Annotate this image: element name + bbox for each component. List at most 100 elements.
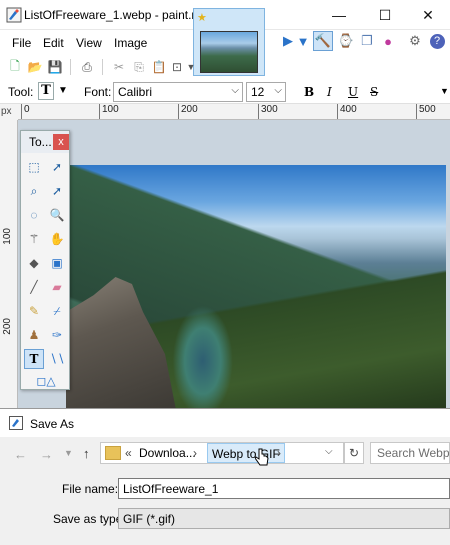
canvas-workspace[interactable] bbox=[18, 120, 450, 410]
print-icon[interactable]: ⎙ bbox=[78, 58, 96, 76]
toolbar-dropdown-icon[interactable]: ▼ bbox=[182, 58, 200, 76]
layers-icon[interactable]: ❐ bbox=[357, 31, 377, 51]
ruler-tick-label: 400 bbox=[337, 104, 357, 119]
dialog-titlebar: Save As bbox=[0, 409, 450, 437]
folder-icon bbox=[105, 446, 121, 460]
ruler-tick-label: 100 bbox=[99, 104, 119, 119]
tools-window-close-button[interactable]: x bbox=[53, 134, 69, 150]
history-icon[interactable]: ⌚ bbox=[336, 31, 356, 51]
paint-bucket-icon[interactable]: ◆ bbox=[24, 253, 44, 273]
save-icon[interactable]: 💾 bbox=[46, 58, 64, 76]
minimize-button[interactable]: — bbox=[316, 0, 362, 30]
toolbar-separator bbox=[70, 59, 71, 75]
rectangle-select-icon[interactable]: ⬚ bbox=[24, 157, 44, 177]
toolbar: 🗋 📂 💾 ⎙ ✂ ⎘ 📋 ⊡ ▼ bbox=[0, 56, 450, 78]
file-name-label: File name: bbox=[62, 482, 119, 496]
close-button[interactable]: ✕ bbox=[405, 0, 450, 30]
ellipse-select-icon[interactable]: ◌ bbox=[24, 205, 44, 225]
up-arrow-icon[interactable]: ↑ bbox=[83, 446, 90, 461]
recolor-icon[interactable]: ✑ bbox=[47, 325, 67, 345]
menu-view[interactable]: View bbox=[76, 36, 102, 50]
file-name-field[interactable]: ListOfFreeware_1 bbox=[118, 478, 450, 499]
menu-image[interactable]: Image bbox=[114, 36, 147, 50]
gradient-icon[interactable]: ▣ bbox=[47, 253, 67, 273]
underline-button[interactable]: U bbox=[348, 85, 358, 99]
chevron-down-icon: ⌵ bbox=[231, 85, 239, 96]
horizontal-ruler: 0 100 200 300 400 500 bbox=[18, 104, 450, 120]
eraser-icon[interactable]: ▰ bbox=[47, 277, 67, 297]
vertical-ruler: 100 200 bbox=[0, 120, 18, 410]
overflow-dropdown-icon[interactable]: ▼ bbox=[440, 86, 449, 96]
breadcrumb-chevron-icon[interactable]: › bbox=[277, 446, 281, 460]
breadcrumb-overflow[interactable]: « bbox=[125, 446, 132, 460]
toolbar-separator bbox=[102, 59, 103, 75]
dialog-title: Save As bbox=[30, 417, 75, 431]
settings-icon[interactable]: ⚙ bbox=[405, 31, 425, 51]
paintbrush-icon[interactable]: ╱ bbox=[24, 277, 44, 297]
menu-edit[interactable]: Edit bbox=[43, 36, 64, 50]
open-icon[interactable]: 📂 bbox=[26, 58, 44, 76]
tools-window-title: To... bbox=[29, 135, 52, 149]
text-tool-icon[interactable]: T bbox=[38, 82, 54, 100]
forward-arrow-icon[interactable]: → bbox=[40, 447, 53, 462]
zoom-icon[interactable]: 🔍 bbox=[47, 205, 67, 225]
save-type-label: Save as type: bbox=[53, 512, 126, 526]
dialog-body: File name: ListOfFreeware_1 Save as type… bbox=[0, 471, 450, 545]
breadcrumb-current-folder[interactable]: Webp to GIF bbox=[207, 443, 285, 463]
ruler-tick-label: 500 bbox=[416, 104, 436, 119]
tools-window-icon[interactable]: 🔨 bbox=[313, 31, 333, 51]
help-icon[interactable]: ? bbox=[427, 31, 447, 51]
ruler-unit: px bbox=[0, 104, 18, 120]
unsaved-star-icon: ★ bbox=[197, 12, 207, 24]
pencil-icon[interactable]: ✎ bbox=[24, 301, 44, 321]
arrow-down-icon[interactable]: ▼ bbox=[293, 31, 313, 51]
move-selected-pixels-icon[interactable]: ➚ bbox=[47, 157, 67, 177]
recent-locations-icon[interactable]: ▼ bbox=[64, 448, 73, 458]
refresh-button[interactable]: ↻ bbox=[344, 442, 364, 464]
menu-file[interactable]: File bbox=[12, 36, 31, 50]
tool-options-bar: Tool: T ▼ Font: Calibri ⌵ 12 ⌵ B I U S ▼ bbox=[0, 80, 450, 104]
search-input[interactable]: Search Webp t bbox=[370, 442, 450, 464]
font-size-value: 12 bbox=[251, 85, 265, 99]
tools-window: To... x ⬚ ➚ ⌕ ➚ ◌ 🔍 ⚚ ✋ ◆ ▣ ╱ ▰ ✎ ⌿ ♟ ✑ … bbox=[20, 130, 70, 390]
colors-icon[interactable]: ● bbox=[378, 31, 398, 51]
breadcrumb-downloads[interactable]: Downloa... bbox=[139, 446, 196, 460]
text-icon[interactable]: T bbox=[24, 349, 44, 369]
address-bar[interactable]: « Downloa... › Webp to GIF › ⌵ bbox=[100, 442, 344, 464]
chevron-down-icon: ⌵ bbox=[274, 85, 282, 96]
paintdotnet-app-icon bbox=[6, 7, 22, 23]
breadcrumb-chevron-icon[interactable]: › bbox=[193, 446, 197, 460]
back-arrow-icon[interactable]: ← bbox=[14, 447, 27, 462]
lasso-select-icon[interactable]: ⌕ bbox=[24, 181, 44, 201]
tool-label: Tool: bbox=[8, 85, 34, 99]
ruler-tick-label: 200 bbox=[2, 318, 13, 335]
ruler-tick-label: 100 bbox=[2, 228, 13, 245]
copy-icon[interactable]: ⎘ bbox=[130, 58, 148, 76]
bold-button[interactable]: B bbox=[304, 85, 314, 99]
strikethrough-button[interactable]: S bbox=[370, 85, 378, 99]
new-icon[interactable]: 🗋 bbox=[6, 58, 24, 76]
font-size-combo[interactable]: 12 ⌵ bbox=[246, 82, 286, 102]
pan-hand-icon[interactable]: ✋ bbox=[47, 229, 67, 249]
clone-stamp-icon[interactable]: ♟ bbox=[24, 325, 44, 345]
color-picker-icon[interactable]: ⌿ bbox=[47, 301, 67, 321]
maximize-button[interactable]: ☐ bbox=[362, 0, 408, 30]
shapes-icon[interactable]: ◻△ bbox=[24, 371, 68, 391]
italic-button[interactable]: I bbox=[327, 85, 332, 99]
ruler-tick-label: 0 bbox=[21, 104, 30, 119]
tools-window-titlebar[interactable]: To... x bbox=[21, 131, 69, 153]
line-curve-icon[interactable]: ∖∖ bbox=[47, 349, 67, 369]
save-as-app-icon bbox=[9, 416, 23, 430]
magic-wand-icon[interactable]: ⚚ bbox=[24, 229, 44, 249]
ruler-tick-label: 200 bbox=[178, 104, 198, 119]
address-dropdown-icon[interactable]: ⌵ bbox=[325, 446, 333, 457]
paste-icon[interactable]: 📋 bbox=[150, 58, 168, 76]
font-combo[interactable]: Calibri ⌵ bbox=[113, 82, 243, 102]
cut-icon[interactable]: ✂ bbox=[110, 58, 128, 76]
save-type-select[interactable]: GIF (*.gif) bbox=[118, 508, 450, 529]
move-selection-icon[interactable]: ➚ bbox=[47, 181, 67, 201]
tool-dropdown-icon[interactable]: ▼ bbox=[58, 85, 68, 96]
font-label: Font: bbox=[84, 85, 112, 99]
screen: ListOfFreeware_1.webp - paint.net 4.0.17… bbox=[0, 0, 450, 545]
ruler-tick-label: 300 bbox=[258, 104, 278, 119]
